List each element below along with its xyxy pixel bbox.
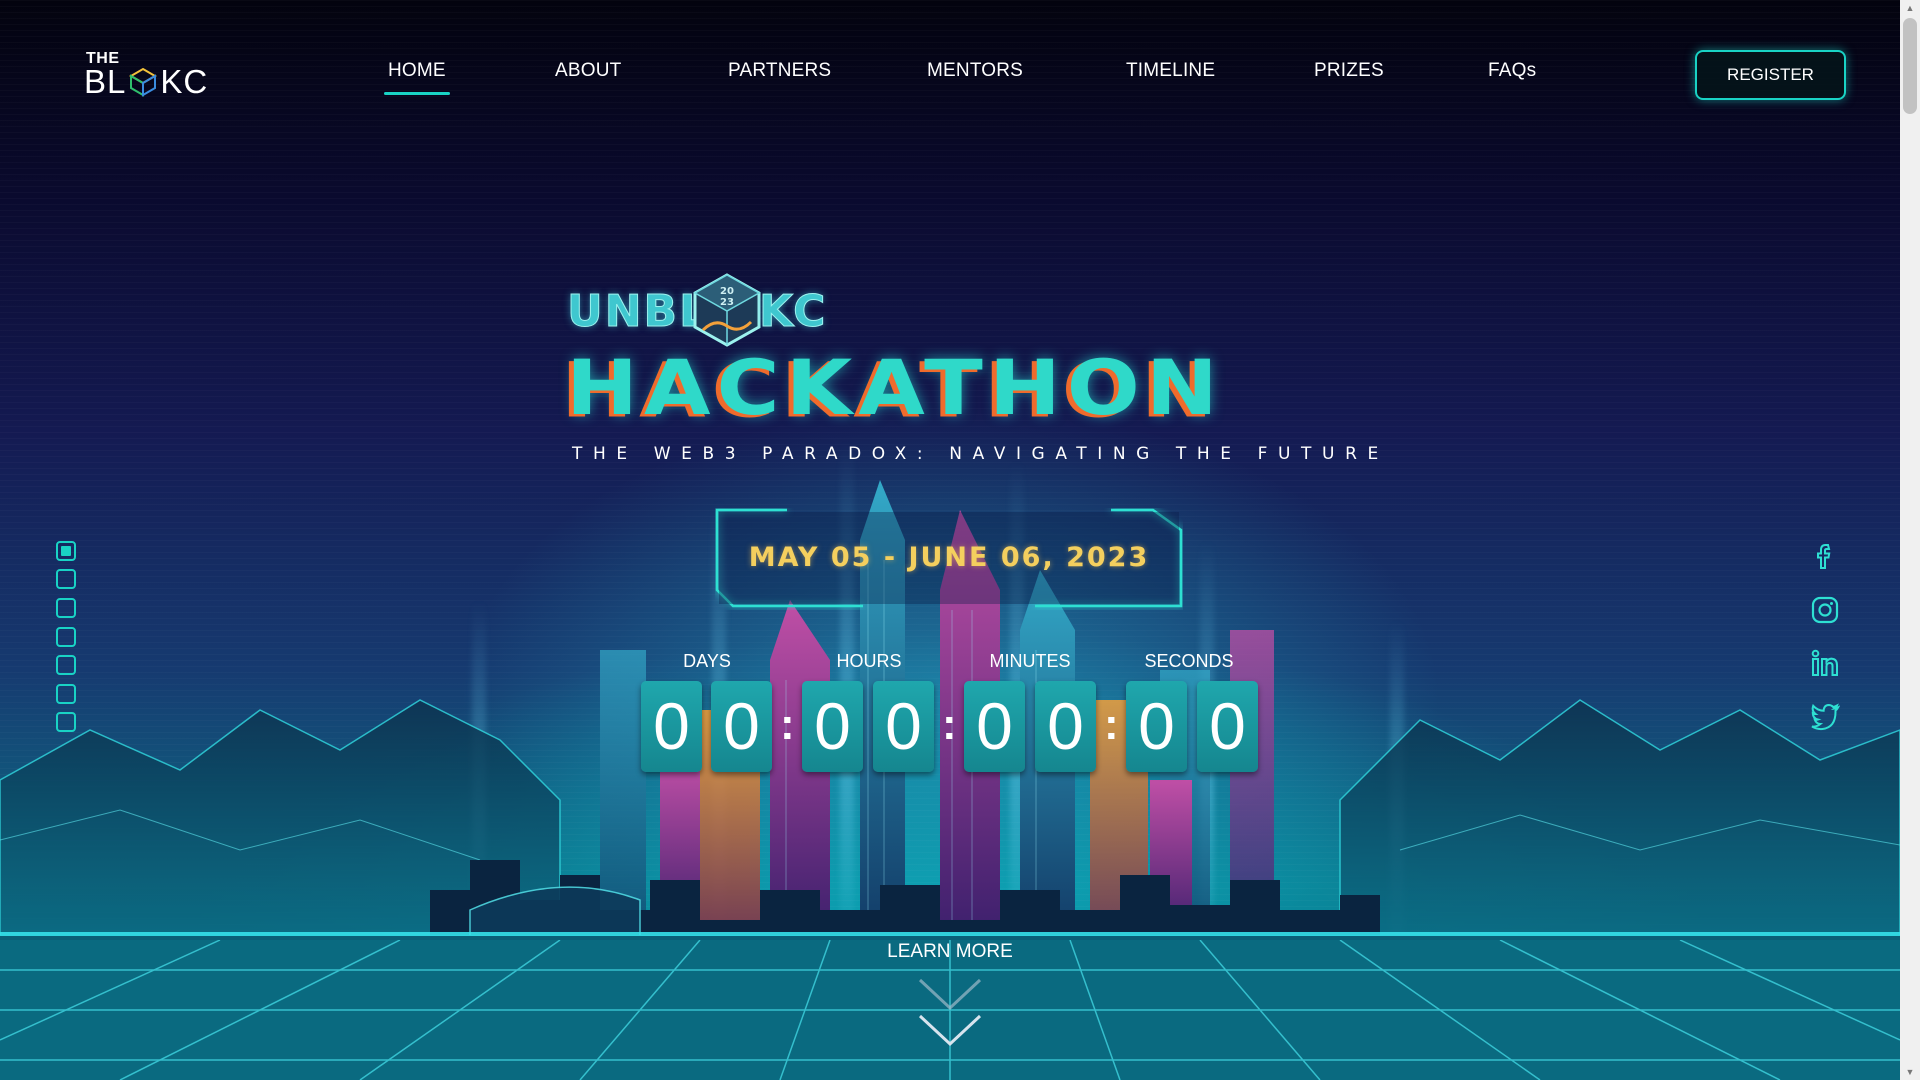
learn-more-link[interactable]: LEARN MORE xyxy=(850,941,1050,963)
nav-prizes[interactable]: PRIZES xyxy=(1314,60,1384,82)
page-scrollbar[interactable]: ▲ ▼ xyxy=(1900,0,1920,1080)
section-dot-7[interactable] xyxy=(56,712,76,732)
chevron-down-icon[interactable] xyxy=(917,1013,983,1047)
section-dot-2[interactable] xyxy=(56,569,76,589)
twitter-icon[interactable] xyxy=(1810,701,1840,731)
section-dot-4[interactable] xyxy=(56,627,76,647)
main-nav: HOME ABOUT PARTNERS MENTORS TIMELINE PRI… xyxy=(0,60,1900,100)
section-dot-1[interactable] xyxy=(56,541,76,561)
nav-about[interactable]: ABOUT xyxy=(555,60,621,82)
countdown-digit: 0 xyxy=(802,681,863,772)
countdown-digit: 0 xyxy=(1197,681,1258,772)
countdown-label-hours: HOURS xyxy=(836,651,902,671)
hackathon-title: HACKATHON xyxy=(566,344,1224,433)
nav-mentors[interactable]: MENTORS xyxy=(927,60,1023,82)
countdown-label-days: DAYS xyxy=(683,651,731,671)
nav-faqs[interactable]: FAQs xyxy=(1488,60,1536,82)
section-pagination xyxy=(56,541,78,735)
countdown-label-minutes: MINUTES xyxy=(989,651,1071,671)
countdown-digit: 0 xyxy=(711,681,772,772)
brand-right-text: KC xyxy=(758,286,828,338)
hackathon-tagline: THE WEB3 PARADOX: NAVIGATING THE FUTURE xyxy=(572,444,1389,464)
site-header: THE BL KC HOME ABOUT PARTNERS MENTORS TI… xyxy=(0,0,1900,140)
countdown-separator: : xyxy=(780,700,795,749)
scroll-thumb[interactable] xyxy=(1903,18,1917,114)
nav-timeline[interactable]: TIMELINE xyxy=(1126,60,1215,82)
countdown-separator: : xyxy=(942,700,957,749)
unblokc-brand: UNBL 20 23 KC xyxy=(566,272,828,348)
event-date: MAY 05 - JUNE 06, 2023 xyxy=(748,542,1150,573)
brand-cube-icon: 20 23 xyxy=(693,273,761,347)
countdown-digit: 0 xyxy=(964,681,1025,772)
countdown-digit: 0 xyxy=(641,681,702,772)
chevron-down-icon[interactable] xyxy=(917,977,983,1011)
facebook-icon[interactable] xyxy=(1810,541,1840,571)
countdown-label-seconds: SECONDS xyxy=(1144,651,1234,671)
scroll-up-arrow-icon[interactable]: ▲ xyxy=(1900,0,1920,16)
linkedin-icon[interactable] xyxy=(1810,648,1840,678)
countdown-digit: 0 xyxy=(1035,681,1096,772)
nav-home[interactable]: HOME xyxy=(384,60,450,95)
scroll-down-arrow-icon[interactable]: ▼ xyxy=(1900,1064,1920,1080)
countdown-digit: 0 xyxy=(873,681,934,772)
register-button[interactable]: REGISTER xyxy=(1695,50,1846,100)
brand-left-text: UNBL xyxy=(566,286,710,338)
event-date-frame: MAY 05 - JUNE 06, 2023 xyxy=(715,508,1183,610)
countdown-digit: 0 xyxy=(1126,681,1187,772)
instagram-icon[interactable] xyxy=(1810,595,1840,625)
section-dot-6[interactable] xyxy=(56,684,76,704)
countdown-separator: : xyxy=(1104,700,1119,749)
nav-partners[interactable]: PARTNERS xyxy=(728,60,831,82)
brand-cube-year-bottom: 23 xyxy=(720,297,734,308)
section-dot-3[interactable] xyxy=(56,598,76,618)
brand-cube-year-top: 20 xyxy=(720,286,734,297)
section-dot-5[interactable] xyxy=(56,655,76,675)
